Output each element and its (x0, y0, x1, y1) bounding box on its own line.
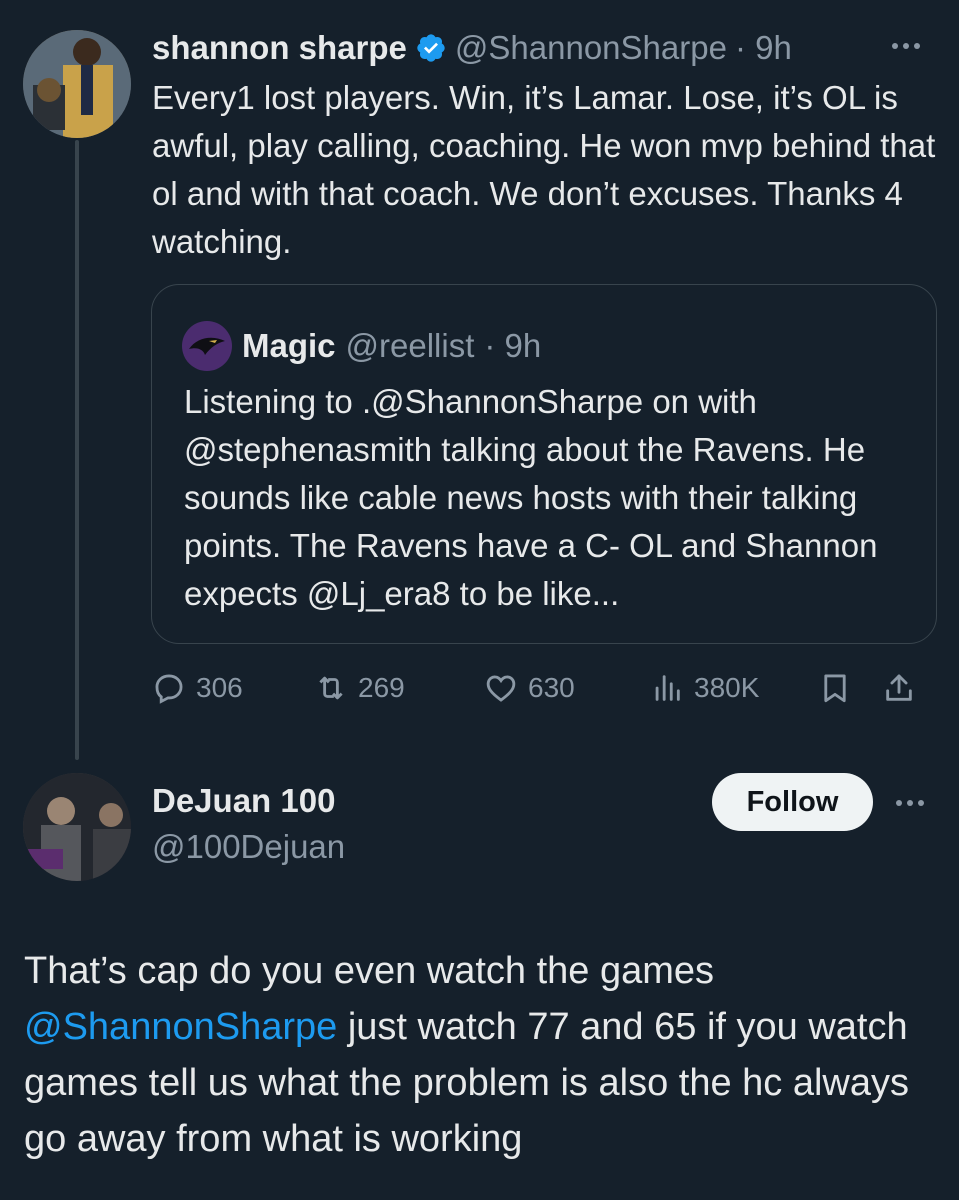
author-handle[interactable]: @ShannonSharpe (455, 29, 727, 67)
more-options-icon[interactable] (896, 800, 924, 806)
raven-logo-icon (189, 337, 225, 355)
quote-author-handle[interactable]: @reellist (346, 327, 475, 365)
thread-connector-line (75, 140, 79, 760)
tweet-actions-bar: 306 269 630 380K (152, 660, 942, 716)
avatar-photo (23, 30, 131, 138)
reply-icon (155, 674, 183, 704)
tweet-header: shannon sharpe @ShannonSharpe · 9h (152, 26, 792, 70)
reply-text: That’s cap do you even watch the games @… (24, 943, 944, 1167)
reply-count: 306 (196, 672, 243, 703)
tweet-text: Every1 lost players. Win, it’s Lamar. Lo… (152, 79, 936, 260)
mention-link[interactable]: @ShannonSharpe (24, 1006, 337, 1048)
quote-text: Listening to .@ShannonSharpe on with @st… (184, 383, 878, 612)
bookmark-button[interactable] (818, 660, 852, 716)
retweet-count: 269 (358, 672, 405, 703)
view-count: 380K (694, 672, 760, 703)
like-button[interactable]: 630 (484, 660, 575, 716)
share-icon (886, 674, 912, 701)
quote-timestamp: · 9h (484, 327, 542, 364)
views-button[interactable]: 380K (650, 660, 759, 716)
reply-author-name[interactable]: DeJuan 100 (152, 782, 335, 820)
verified-badge-icon (417, 34, 445, 62)
quote-author-name[interactable]: Magic (242, 327, 336, 365)
more-options-icon[interactable] (892, 43, 920, 49)
quote-header: Magic @reellist · 9h (182, 321, 541, 371)
retweet-icon (319, 676, 343, 700)
follow-button[interactable]: Follow (712, 773, 873, 831)
reply-text-part-1: That’s cap do you even watch the games (24, 950, 715, 992)
heart-icon (486, 675, 516, 702)
quote-avatar-raven-icon (182, 321, 232, 371)
quoted-tweet[interactable]: Magic @reellist · 9h Listening to .@Shan… (151, 284, 937, 644)
like-count: 630 (528, 672, 575, 703)
retweet-button[interactable]: 269 (314, 660, 405, 716)
views-chart-icon (655, 675, 680, 701)
tweet-timestamp[interactable]: · 9h (735, 29, 792, 67)
share-button[interactable] (882, 660, 916, 716)
reply-author-handle[interactable]: @100Dejuan (152, 828, 345, 866)
avatar-shannon-sharpe[interactable] (23, 30, 131, 138)
reply-button[interactable]: 306 (152, 660, 243, 716)
author-name[interactable]: shannon sharpe (152, 29, 407, 67)
avatar-dejuan[interactable] (23, 773, 131, 881)
bookmark-icon (824, 674, 846, 703)
avatar-photo (23, 773, 131, 881)
